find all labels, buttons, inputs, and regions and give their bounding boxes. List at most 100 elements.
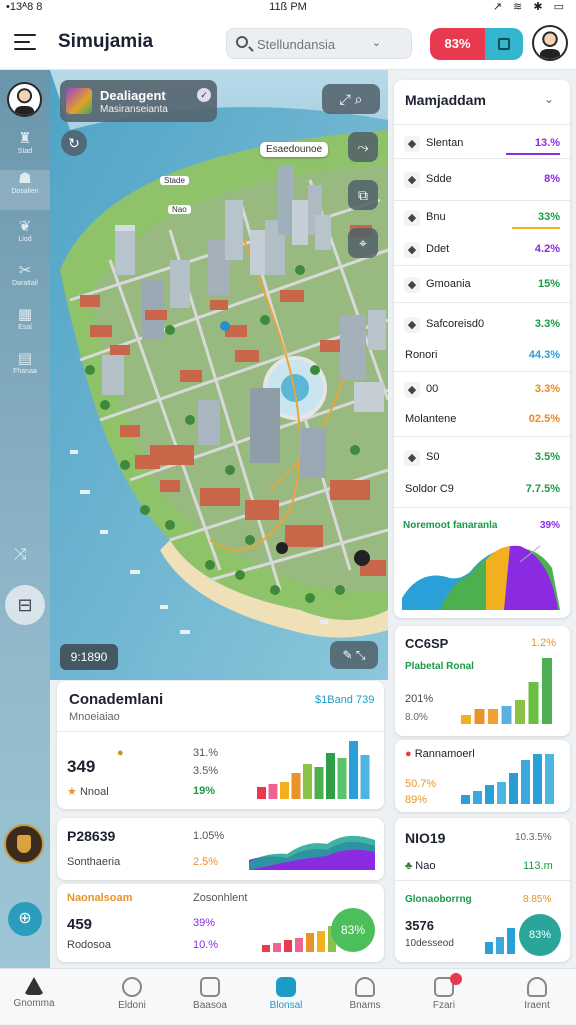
map-info-card[interactable]: Dealiagent Masiranseianta ✓ [60, 80, 217, 122]
bar [485, 785, 494, 804]
stats-card-1[interactable]: Conademlani Mnoeiaiao $1Band 739 349 ● ★… [57, 681, 384, 809]
search-icon [236, 36, 248, 48]
stats-card-5[interactable]: Naonalsoam Zosonhlent 459 Rodosoa 39% 10… [57, 884, 384, 962]
card-5-title: Naonalsoam [67, 892, 133, 904]
card-1-subtitle: Mnoeiaiao [69, 711, 120, 723]
notification-badge [450, 973, 462, 985]
rail-item-1[interactable]: ♜ Stad [0, 130, 50, 170]
bar-chart-6 [485, 928, 515, 954]
status-pill[interactable]: 83% [430, 28, 523, 60]
nav-item-6[interactable]: Fzari [412, 969, 476, 1025]
bar [306, 933, 314, 952]
card-5-small: Rodosoa [67, 939, 112, 951]
card-6-val: 113.m [523, 860, 553, 872]
route-button[interactable]: ⤳ [348, 132, 378, 162]
bar-chart-5 [262, 926, 336, 952]
card-2-pct2: 8.0% [405, 712, 428, 723]
store-button[interactable]: ⊟ [5, 585, 45, 625]
summary-row-value: 3.3% [534, 318, 560, 330]
nav-item-7[interactable]: Iraent [505, 969, 569, 1025]
city-map[interactable]: Dealiagent Masiranseianta ✓ ↻ ⤢ ⌕ ⤳ ⧉ ⌖ … [50, 70, 388, 680]
profile-avatar[interactable] [532, 25, 568, 61]
summary-row-label: 00 [426, 383, 439, 395]
stats-card-2[interactable]: CC6SP 1.2% Plabetal Ronal 201% 8.0% [395, 626, 570, 736]
map-tools-button[interactable]: ⤢ ⌕ [322, 84, 380, 114]
bar [545, 754, 554, 804]
layers-button[interactable]: ⧉ [348, 180, 378, 210]
bar [474, 709, 485, 724]
rail-item-2[interactable]: ☗ Dosalien [0, 170, 50, 210]
square-icon [498, 38, 510, 50]
user-icon [527, 977, 547, 997]
bar [314, 767, 324, 799]
bar [295, 938, 303, 952]
status-bar: •13ᴬ8 8 11ß PM ↗ ≋ ✱ ▭ [0, 0, 576, 16]
nav-home[interactable]: Gnomma [2, 969, 66, 1025]
badge-icon[interactable] [4, 824, 44, 864]
card-3-pct2: 89% [405, 794, 428, 806]
bar [485, 942, 493, 954]
summary-row-label: Soldor C9 [405, 483, 454, 495]
nav-item-3[interactable]: Baasoa [178, 969, 242, 1025]
map-label-2: Nao [168, 205, 191, 214]
summary-row-bar [512, 227, 560, 229]
search-input[interactable] [257, 34, 387, 54]
bar-chart-3 [461, 754, 554, 804]
bar [473, 791, 482, 804]
map-tooltip: Esaedounoe [260, 142, 329, 157]
bar [507, 928, 515, 954]
map-label-1: Stade [160, 176, 189, 185]
stats-card-4[interactable]: P28639 1.05% Sonthaeria 2.5% [57, 818, 384, 880]
rail-item-5[interactable]: ▦ Esal [0, 306, 50, 346]
area-chart [402, 545, 560, 610]
rail-item-4[interactable]: ✂ Daraltail [0, 262, 50, 302]
bar [497, 782, 506, 804]
compass-button[interactable]: ⊕ [8, 902, 42, 936]
check-icon[interactable]: ✓ [197, 88, 211, 102]
refresh-button[interactable]: ↻ [61, 130, 87, 156]
card-1-title: Conademlani [69, 691, 164, 708]
coin-icon: ◆ [404, 136, 420, 152]
area-chart-2 [249, 835, 375, 870]
card-4-title: P28639 [67, 828, 116, 844]
chevron-down-icon[interactable]: ⌄ [544, 92, 554, 106]
grid-icon: ▦ [17, 306, 33, 323]
screen-button[interactable] [485, 28, 523, 60]
nav-item-4[interactable]: Blonsal [254, 969, 318, 1025]
nav-item-2[interactable]: Eldoni [100, 969, 164, 1025]
card-6-ring: 83% [519, 914, 561, 956]
area-chart-value: 39% [540, 520, 561, 531]
summary-row-label: Molantene [405, 413, 457, 425]
summary-row-bar [506, 153, 560, 155]
summary-row-value: 33% [537, 211, 560, 223]
bar [280, 782, 289, 799]
card-6-pct: 10.3.5% [515, 832, 552, 843]
stats-card-3[interactable]: ● Rannamoerl 50.7% 89% [395, 740, 570, 812]
wrench-icon: ✂ [18, 262, 32, 279]
rail-item-6[interactable]: ▤ Fhanaa [0, 350, 50, 390]
nav-item-5[interactable]: Bnams [333, 969, 397, 1025]
bar [337, 758, 347, 799]
card-6-val2: 8.85% [523, 894, 552, 905]
menu-icon[interactable] [14, 34, 36, 50]
share-icon[interactable]: ⤨ [14, 546, 27, 564]
search-box[interactable]: ⌄ [226, 28, 412, 59]
map-card-title: Dealiagent [100, 88, 166, 103]
map-edit-button[interactable]: ✎ ⤡ [330, 641, 378, 669]
summary-row-value: 7.7.5% [525, 483, 560, 495]
summary-row-label: Bnu [426, 211, 446, 223]
ball-icon: ● [405, 748, 412, 760]
card-icon: ▤ [17, 350, 33, 367]
summary-title: Mamjaddam [405, 92, 486, 108]
stats-card-6[interactable]: NIO19 10.3.5% ♣ Nao 113.m Glonaoborrng 8… [395, 818, 570, 962]
summary-row-value: 8% [544, 173, 560, 185]
rail-item-3[interactable]: ❦ Liod [0, 218, 50, 258]
summary-row-value: 44.3% [528, 349, 560, 361]
locate-button[interactable]: ⌖ [348, 228, 378, 258]
bar [461, 715, 471, 724]
card-5-ring: 83% [331, 908, 375, 952]
card-2-pct: 201% [405, 693, 434, 705]
chevron-down-icon[interactable]: ⌄ [372, 36, 381, 49]
rail-avatar[interactable] [7, 82, 42, 117]
people-icon: ☗ [18, 170, 32, 187]
